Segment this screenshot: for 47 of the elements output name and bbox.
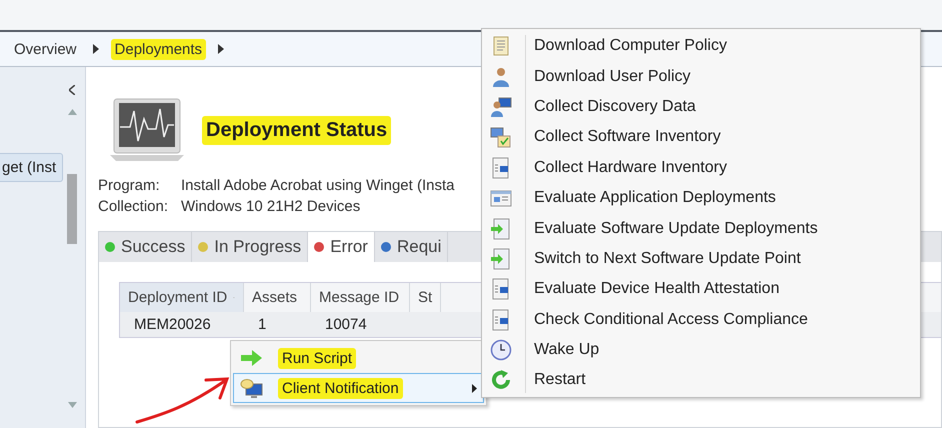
sidebar-item[interactable]: get (Inst bbox=[0, 153, 63, 182]
menu-item[interactable]: Switch to Next Software Update Point bbox=[482, 244, 920, 274]
menu-item[interactable]: Run Script bbox=[233, 343, 484, 373]
menu-item[interactable]: Download Computer Policy bbox=[482, 31, 920, 62]
field-value: Install Adobe Acrobat using Winget (Insta bbox=[181, 177, 454, 194]
column-header[interactable]: Deployment ID bbox=[120, 283, 244, 312]
arrow-document-icon bbox=[490, 218, 512, 240]
computer-clipboard-icon bbox=[490, 126, 512, 148]
menu-item[interactable]: Restart bbox=[482, 365, 920, 396]
table-cell-text: 1 bbox=[257, 315, 268, 335]
chevron-right-icon[interactable] bbox=[218, 44, 224, 54]
breadcrumb-item[interactable]: Deployments bbox=[110, 38, 206, 60]
menu-item[interactable]: Client Notification bbox=[233, 373, 484, 403]
table-cell-text: 10074 bbox=[324, 315, 368, 335]
arrow-document-icon bbox=[490, 248, 512, 270]
menu-item[interactable]: Check Conditional Access Compliance bbox=[482, 304, 920, 335]
menu-item[interactable]: Collect Hardware Inventory bbox=[482, 152, 920, 183]
chevron-right-icon[interactable] bbox=[92, 44, 99, 54]
menu-item[interactable]: Evaluate Device Health Attestation bbox=[482, 274, 920, 305]
collapse-icon[interactable] bbox=[69, 85, 75, 95]
field-label: Program: bbox=[98, 177, 161, 194]
computer-notification-icon bbox=[240, 378, 264, 398]
tab-label: Requi bbox=[396, 237, 442, 257]
status-tab[interactable]: Success bbox=[99, 232, 192, 262]
field-value: Windows 10 21H2 Devices bbox=[181, 198, 360, 215]
users-computer-icon bbox=[490, 96, 512, 118]
menu-item[interactable]: Collect Discovery Data bbox=[482, 92, 920, 122]
scrollbar-thumb[interactable] bbox=[67, 174, 77, 244]
menu-item[interactable]: Wake Up bbox=[482, 334, 920, 366]
refresh-icon bbox=[490, 369, 512, 392]
field-label: Collection: bbox=[98, 198, 170, 215]
arrow-right-icon bbox=[240, 348, 264, 368]
monitor-pulse-icon bbox=[108, 97, 186, 163]
clock-icon bbox=[490, 339, 512, 362]
status-tab[interactable]: Requi bbox=[374, 232, 448, 262]
status-tab[interactable]: Error bbox=[308, 232, 375, 262]
page-title: Deployment Status bbox=[202, 116, 392, 144]
tab-label: Error bbox=[330, 237, 368, 257]
breadcrumb-item[interactable]: Overview bbox=[10, 38, 81, 60]
tab-label: Success bbox=[121, 237, 186, 257]
menu-item[interactable]: Download User Policy bbox=[482, 61, 920, 92]
menu-item[interactable]: Collect Software Inventory bbox=[482, 122, 920, 153]
menu-item[interactable]: Evaluate Software Update Deployments bbox=[482, 213, 920, 244]
menu-item[interactable]: Evaluate Application Deployments bbox=[482, 182, 920, 214]
tab-label: In Progress bbox=[214, 237, 302, 257]
table-cell-text: MEM20026 bbox=[133, 315, 212, 335]
user-icon bbox=[490, 66, 512, 88]
